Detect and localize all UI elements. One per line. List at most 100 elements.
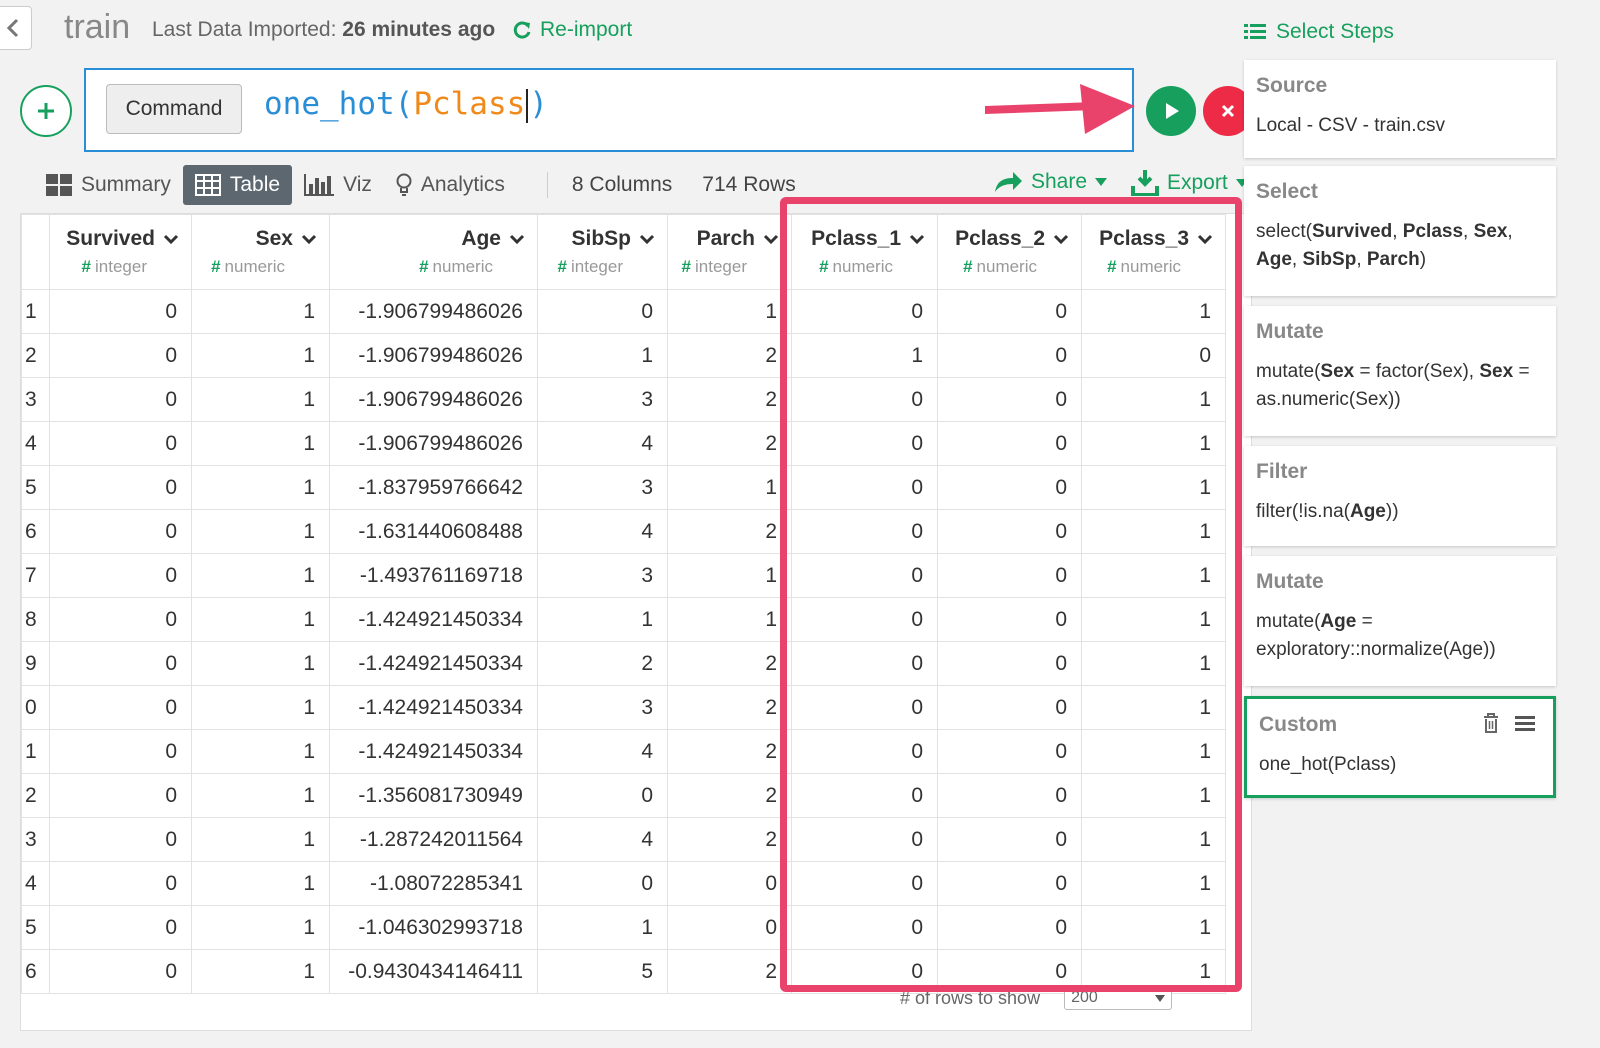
run-button[interactable] bbox=[1146, 86, 1196, 136]
table-cell[interactable]: 4 bbox=[537, 817, 668, 862]
step-mutate[interactable]: Mutate mutate(Sex = factor(Sex), Sex = as… bbox=[1244, 306, 1556, 436]
table-cell[interactable]: -1.424921450334 bbox=[329, 729, 538, 774]
table-cell[interactable]: 0 bbox=[49, 685, 192, 730]
table-cell[interactable]: 0 bbox=[49, 949, 192, 994]
back-button[interactable] bbox=[0, 6, 32, 50]
chevron-down-icon[interactable] bbox=[301, 233, 317, 245]
table-cell[interactable]: 2 bbox=[667, 773, 792, 818]
table-cell[interactable]: 1 bbox=[191, 377, 330, 422]
table-cell[interactable]: 2 bbox=[537, 641, 668, 686]
row-index[interactable]: 1 bbox=[21, 729, 50, 774]
table-cell[interactable]: 0 bbox=[537, 861, 668, 906]
select-steps-button[interactable]: Select Steps bbox=[1244, 20, 1394, 44]
table-cell[interactable]: 0 bbox=[49, 289, 192, 334]
row-index[interactable]: 4 bbox=[21, 421, 50, 466]
table-cell[interactable]: -1.837959766642 bbox=[329, 465, 538, 510]
table-cell[interactable]: 2 bbox=[667, 377, 792, 422]
table-cell[interactable]: -1.906799486026 bbox=[329, 421, 538, 466]
drag-handle-icon[interactable] bbox=[1515, 715, 1535, 731]
table-cell[interactable]: 2 bbox=[667, 685, 792, 730]
chevron-down-icon[interactable] bbox=[509, 233, 525, 245]
table-cell[interactable]: -1.906799486026 bbox=[329, 377, 538, 422]
table-cell[interactable]: 3 bbox=[537, 553, 668, 598]
step-mutate[interactable]: Mutate mutate(Age = exploratory::normaliz… bbox=[1244, 556, 1556, 686]
table-cell[interactable]: 0 bbox=[537, 289, 668, 334]
table-cell[interactable]: 1 bbox=[537, 333, 668, 378]
table-cell[interactable]: 2 bbox=[667, 509, 792, 554]
table-cell[interactable]: 1 bbox=[191, 685, 330, 730]
row-index[interactable]: 4 bbox=[21, 861, 50, 906]
table-cell[interactable]: 3 bbox=[537, 685, 668, 730]
step-filter[interactable]: Filter filter(!is.na(Age)) bbox=[1244, 446, 1556, 546]
table-cell[interactable]: 0 bbox=[49, 509, 192, 554]
row-index[interactable]: 5 bbox=[21, 905, 50, 950]
table-cell[interactable]: 4 bbox=[537, 509, 668, 554]
table-cell[interactable]: 1 bbox=[537, 905, 668, 950]
column-header-parch[interactable]: Parch # integer bbox=[667, 214, 792, 290]
table-cell[interactable]: 1 bbox=[191, 333, 330, 378]
export-menu[interactable]: Export bbox=[1131, 170, 1248, 196]
table-cell[interactable]: 1 bbox=[191, 905, 330, 950]
row-index[interactable]: 6 bbox=[21, 949, 50, 994]
table-cell[interactable]: 1 bbox=[191, 861, 330, 906]
reimport-link[interactable]: Re-import bbox=[512, 18, 632, 42]
row-index[interactable]: 3 bbox=[21, 817, 50, 862]
row-index[interactable]: 1 bbox=[21, 289, 50, 334]
table-cell[interactable]: 1 bbox=[191, 817, 330, 862]
table-cell[interactable]: 1 bbox=[191, 421, 330, 466]
chevron-down-icon[interactable] bbox=[163, 233, 179, 245]
column-header-survived[interactable]: Survived # integer bbox=[49, 214, 192, 290]
column-header-sibsp[interactable]: SibSp # integer bbox=[537, 214, 668, 290]
row-index[interactable]: 9 bbox=[21, 641, 50, 686]
table-cell[interactable]: -1.356081730949 bbox=[329, 773, 538, 818]
table-cell[interactable]: 1 bbox=[191, 465, 330, 510]
table-cell[interactable]: 1 bbox=[537, 597, 668, 642]
table-cell[interactable]: 2 bbox=[667, 641, 792, 686]
row-index[interactable]: 5 bbox=[21, 465, 50, 510]
table-cell[interactable]: 1 bbox=[667, 289, 792, 334]
table-cell[interactable]: 2 bbox=[667, 817, 792, 862]
table-cell[interactable]: 5 bbox=[537, 949, 668, 994]
tab-summary[interactable]: Summary bbox=[34, 165, 183, 205]
row-index[interactable]: 7 bbox=[21, 553, 50, 598]
table-cell[interactable]: 0 bbox=[49, 377, 192, 422]
table-cell[interactable]: 0 bbox=[49, 861, 192, 906]
table-cell[interactable]: 0 bbox=[49, 553, 192, 598]
table-cell[interactable]: 2 bbox=[667, 729, 792, 774]
table-cell[interactable]: 0 bbox=[49, 421, 192, 466]
row-index[interactable]: 6 bbox=[21, 509, 50, 554]
table-cell[interactable]: 0 bbox=[667, 905, 792, 950]
table-cell[interactable]: -1.046302993718 bbox=[329, 905, 538, 950]
command-input[interactable]: one_hot(Pclass) bbox=[264, 86, 548, 123]
table-cell[interactable]: 1 bbox=[191, 597, 330, 642]
table-cell[interactable]: 2 bbox=[667, 949, 792, 994]
table-cell[interactable]: 0 bbox=[667, 861, 792, 906]
table-cell[interactable]: 3 bbox=[537, 377, 668, 422]
table-cell[interactable]: 3 bbox=[537, 465, 668, 510]
table-cell[interactable]: -1.424921450334 bbox=[329, 597, 538, 642]
table-cell[interactable]: 1 bbox=[191, 553, 330, 598]
table-cell[interactable]: 0 bbox=[49, 333, 192, 378]
table-cell[interactable]: 1 bbox=[667, 597, 792, 642]
tab-table[interactable]: Table bbox=[182, 165, 293, 205]
table-cell[interactable]: 0 bbox=[49, 465, 192, 510]
row-index[interactable]: 2 bbox=[21, 333, 50, 378]
table-cell[interactable]: -0.9430434146411 bbox=[329, 949, 538, 994]
column-header-sex[interactable]: Sex # numeric bbox=[191, 214, 330, 290]
table-cell[interactable]: -1.631440608488 bbox=[329, 509, 538, 554]
chevron-down-icon[interactable] bbox=[639, 233, 655, 245]
step-source[interactable]: Source Local - CSV - train.csv bbox=[1244, 60, 1556, 158]
table-cell[interactable]: 0 bbox=[537, 773, 668, 818]
table-cell[interactable]: 1 bbox=[667, 553, 792, 598]
table-cell[interactable]: -1.287242011564 bbox=[329, 817, 538, 862]
table-cell[interactable]: 0 bbox=[49, 729, 192, 774]
command-type-button[interactable]: Command bbox=[106, 84, 242, 134]
table-cell[interactable]: 1 bbox=[191, 773, 330, 818]
row-index[interactable]: 2 bbox=[21, 773, 50, 818]
table-cell[interactable]: 1 bbox=[667, 465, 792, 510]
trash-icon[interactable] bbox=[1483, 713, 1499, 733]
table-cell[interactable]: -1.493761169718 bbox=[329, 553, 538, 598]
step-custom[interactable]: Custom one_hot(Pclass) bbox=[1244, 696, 1556, 798]
tab-viz[interactable]: Viz bbox=[292, 165, 384, 205]
table-cell[interactable]: 1 bbox=[191, 509, 330, 554]
